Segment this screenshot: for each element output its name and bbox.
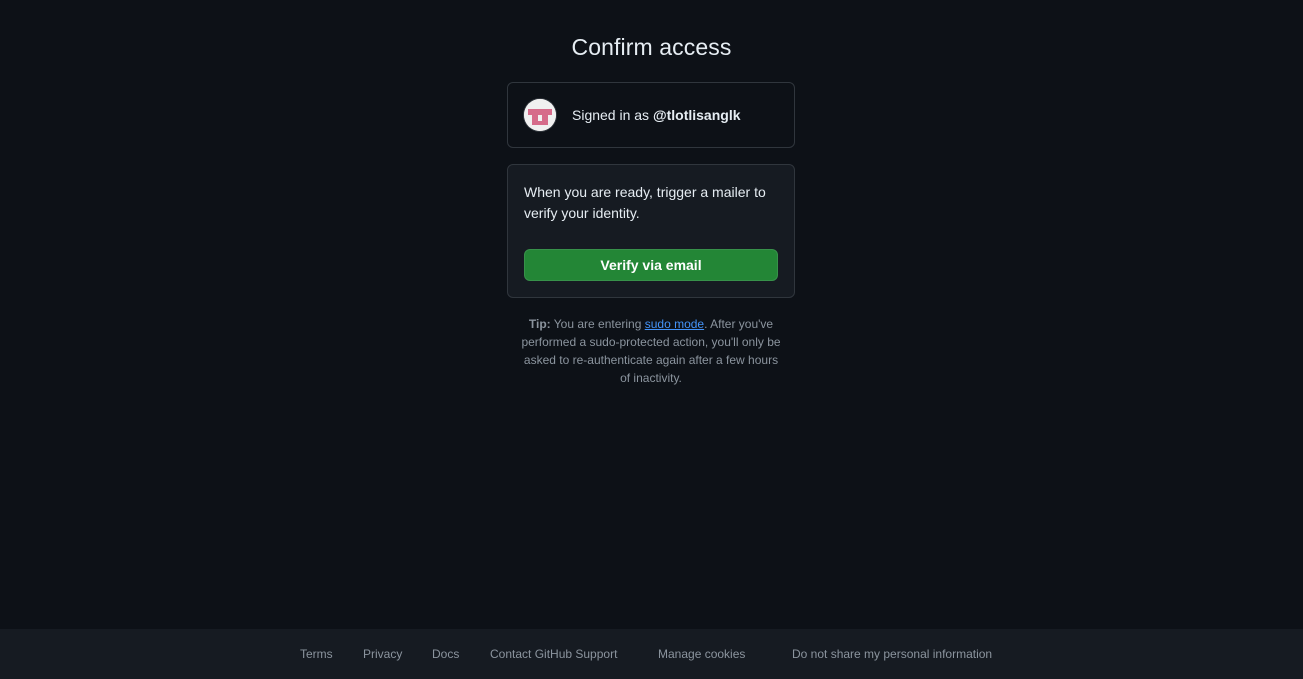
verify-via-email-button[interactable]: Verify via email	[524, 249, 778, 281]
user-avatar	[524, 99, 556, 131]
signed-in-username: @tlotlisanglk	[652, 107, 741, 123]
tip-label: Tip:	[528, 317, 551, 331]
page-title: Confirm access	[571, 34, 732, 60]
footer-link-manage-cookies[interactable]: Manage cookies	[658, 647, 745, 661]
footer-link-terms[interactable]: Terms	[300, 647, 333, 661]
footer-link-privacy[interactable]: Privacy	[363, 647, 402, 661]
sudo-mode-link[interactable]: sudo mode	[645, 317, 704, 331]
footer-link-docs[interactable]: Docs	[432, 647, 459, 661]
footer-link-do-not-share[interactable]: Do not share my personal information	[792, 647, 992, 661]
sudo-mode-tip: Tip: You are entering sudo mode. After y…	[520, 315, 782, 387]
verify-card: When you are ready, trigger a mailer to …	[507, 164, 795, 298]
confirm-access-page: Confirm access Signed in as @tlotlisangl…	[0, 0, 1303, 679]
identicon-avatar-icon	[524, 99, 556, 131]
footer-link-contact-support[interactable]: Contact GitHub Support	[490, 647, 617, 661]
signed-in-prefix: Signed in as	[572, 107, 653, 123]
tip-text-before: You are entering	[550, 317, 645, 331]
footer: Terms Privacy Docs Contact GitHub Suppor…	[0, 629, 1303, 679]
signed-in-text: Signed in as @tlotlisanglk	[572, 107, 741, 123]
signed-in-card: Signed in as @tlotlisanglk	[507, 82, 795, 148]
verify-message: When you are ready, trigger a mailer to …	[524, 184, 766, 221]
